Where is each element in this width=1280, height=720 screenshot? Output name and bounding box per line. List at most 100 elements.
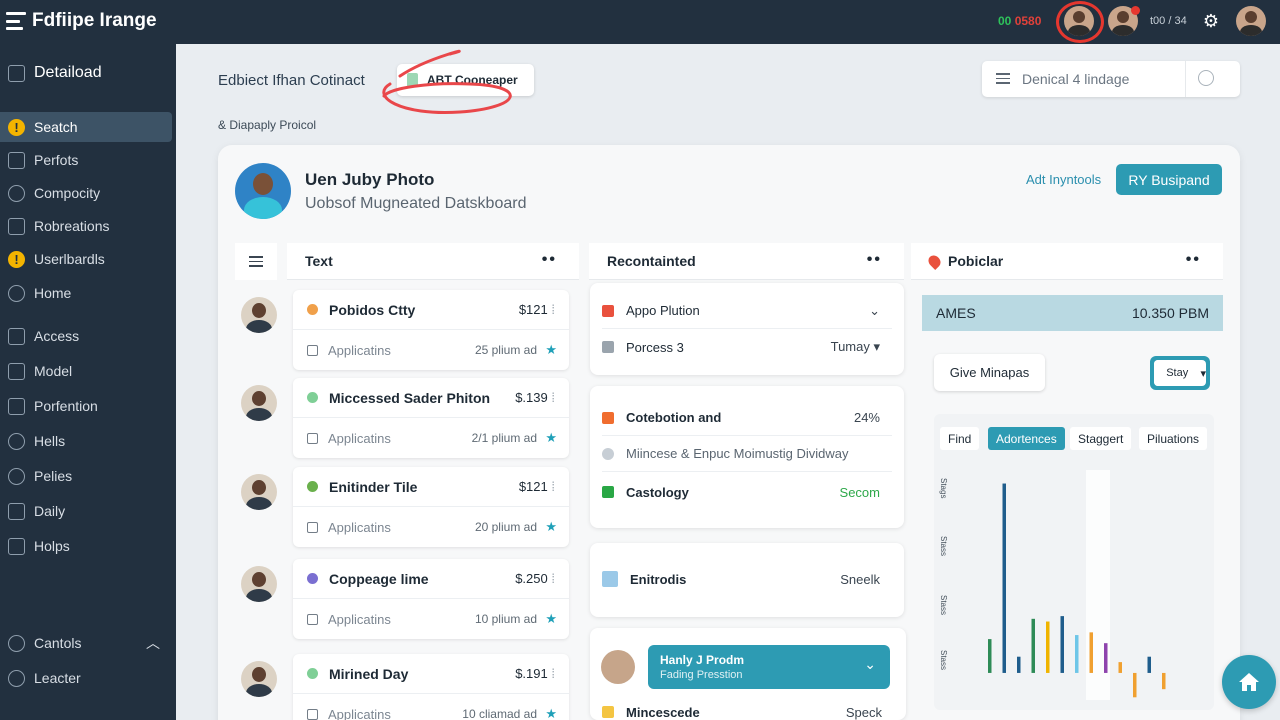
chevron-icon: ⁞ — [551, 302, 555, 317]
row-meta: 2/1 plium ad — [471, 431, 537, 445]
list-item[interactable]: Castology Secom — [602, 474, 892, 510]
chevron-up-icon[interactable]: ︿ — [146, 633, 160, 653]
avatar[interactable] — [241, 661, 277, 697]
tools-link[interactable]: Adt Inyntools — [1026, 172, 1101, 187]
tab-piluations[interactable]: Piluations — [1139, 427, 1208, 450]
tab-staggert[interactable]: Staggert — [1070, 427, 1132, 450]
star-icon[interactable]: ★ — [545, 706, 557, 720]
avatar[interactable] — [241, 297, 277, 333]
row-footer: Applicatins 25 plium ad ★ — [293, 330, 569, 370]
breadcrumb[interactable]: & Diapaply Proicol — [218, 118, 316, 132]
sidebar-item-perfots[interactable]: Perfots — [0, 145, 172, 175]
sidebar-item-seatch[interactable]: ! Seatch — [0, 112, 172, 142]
banner-subtitle: Fading Presstion — [660, 669, 743, 681]
list-item[interactable]: Enitrodis Sneelk — [602, 561, 892, 597]
chart-bar — [1089, 632, 1093, 673]
gear-icon[interactable]: ⚙ — [1201, 11, 1221, 31]
sidebar-footer-cantols[interactable]: Cantols ︿ — [0, 628, 172, 658]
list-item[interactable]: Porcess 3 Tumay ▾ — [602, 329, 892, 365]
checkbox[interactable] — [307, 432, 318, 444]
more-icon[interactable]: •• — [1186, 251, 1201, 269]
tab-find[interactable]: Find — [940, 427, 980, 450]
list-menu-icon[interactable] — [235, 243, 277, 280]
search-bar[interactable] — [982, 61, 1240, 97]
home-button[interactable] — [1222, 655, 1276, 709]
sidebar-footer-leacter[interactable]: Leacter — [0, 663, 172, 693]
sidebar-item-porfention[interactable]: Porfention — [0, 391, 172, 421]
give-button[interactable]: Give Minapas — [934, 354, 1045, 391]
list-item[interactable]: Miincese & Enpuc Moimustig Dividway — [602, 436, 892, 472]
checkbox[interactable] — [307, 708, 318, 720]
menu-icon[interactable] — [996, 73, 1010, 84]
user-avatar[interactable] — [1064, 6, 1094, 36]
list-item[interactable]: Cotebotion and 24% — [602, 400, 892, 436]
checkbox[interactable] — [307, 521, 318, 533]
chart-bar — [1162, 672, 1166, 690]
select-button[interactable]: Stay ▾ — [1150, 356, 1210, 390]
sidebar-item-robreations[interactable]: Robreations — [0, 211, 172, 241]
row-header[interactable]: Mirined Day $.191 ⁞ — [293, 654, 569, 694]
sidebar-item-label: Home — [34, 285, 72, 301]
profile-photo — [235, 163, 291, 219]
row-meta: 10 cliamad ad — [462, 707, 537, 720]
checkbox[interactable] — [307, 344, 318, 356]
dropdown-value[interactable]: Tumay ▾ — [831, 339, 880, 355]
chevron-down-icon[interactable]: ⌄ — [869, 303, 880, 319]
middle-card-1: Appo Plution ⌄ Porcess 3 Tumay ▾ — [590, 283, 904, 375]
tab-adortences[interactable]: Adortences — [988, 427, 1065, 450]
item-value: 24% — [853, 410, 880, 425]
row-header[interactable]: Miccessed Sader Phiton $.139 ⁞ — [293, 378, 569, 418]
row-subtitle: Applicatins — [328, 342, 391, 358]
row-header[interactable]: Pobidos Ctty $121 ⁞ — [293, 290, 569, 330]
avatar[interactable] — [241, 566, 277, 602]
row-header[interactable]: Enitinder Tile $121 ⁞ — [293, 467, 569, 507]
search-input[interactable] — [1022, 69, 1182, 89]
star-icon[interactable]: ★ — [545, 611, 557, 627]
list-item[interactable]: Enitinder Tile $121 ⁞ Applicatins 20 plium … — [293, 467, 569, 547]
list-item[interactable]: Pobidos Ctty $121 ⁞ Applicatins 25 plium ad… — [293, 290, 569, 370]
list-item[interactable]: Mirined Day $.191 ⁞ Applicatins 10 cliamad … — [293, 654, 569, 720]
price: $.191 ⁞ — [515, 666, 555, 681]
sidebar-item-label: Seatch — [34, 119, 78, 135]
sidebar-item-label: Cantols — [34, 635, 82, 651]
checkbox[interactable] — [307, 613, 318, 625]
sidebar-header[interactable]: Detaiload — [8, 64, 102, 82]
star-icon[interactable]: ★ — [545, 430, 557, 446]
sidebar-item-compocity[interactable]: Compocity — [0, 178, 172, 208]
sidebar-item-model[interactable]: Model — [0, 356, 172, 386]
phone-icon — [8, 537, 25, 555]
star-icon[interactable]: ★ — [545, 342, 557, 358]
primary-button[interactable]: RY Busipand — [1116, 164, 1222, 195]
list-item[interactable]: Mincescede Speck — [602, 694, 894, 720]
star-icon[interactable]: ★ — [545, 519, 557, 535]
column-header-right: Pobiclar •• — [911, 243, 1223, 280]
sidebar-item-holps[interactable]: Holps — [0, 531, 172, 561]
more-icon[interactable]: •• — [542, 251, 557, 269]
avatar[interactable] — [241, 474, 277, 510]
sidebar-item-daily[interactable]: Daily — [0, 496, 172, 526]
sidebar-item-pelies[interactable]: Pelies — [0, 461, 172, 491]
list-item[interactable]: Coppeage lime $.250 ⁞ Applicatins 10 plium … — [293, 559, 569, 639]
chart-bar — [988, 639, 992, 673]
person-icon — [8, 432, 25, 450]
item-title: Mincescede — [626, 704, 700, 720]
sidebar-item-home[interactable]: Home — [0, 278, 172, 308]
chart-bar — [1147, 656, 1151, 673]
expandable-banner[interactable]: Hanly J Prodm Fading Presstion ⌄ — [648, 645, 890, 689]
row-subtitle: Applicatins — [328, 706, 391, 720]
metric-label: AMES — [936, 305, 976, 321]
more-icon[interactable]: •• — [867, 251, 882, 269]
sidebar-item-hells[interactable]: Hells — [0, 426, 172, 456]
avatar[interactable] — [241, 385, 277, 421]
list-item[interactable]: Miccessed Sader Phiton $.139 ⁞ Applicatins… — [293, 378, 569, 458]
profile-avatar[interactable] — [1236, 6, 1266, 36]
search-icon[interactable] — [1198, 70, 1214, 86]
list-item[interactable]: Appo Plution ⌄ — [602, 293, 892, 329]
home-icon — [1239, 673, 1259, 691]
chevron-down-icon[interactable]: ⌄ — [864, 656, 876, 673]
sidebar-item-userlbardls[interactable]: ! Userlbardls — [0, 244, 172, 274]
app-brand[interactable]: Fdfiipe Irange — [6, 10, 157, 32]
sidebar-item-access[interactable]: Access — [0, 321, 172, 351]
price: $.139 ⁞ — [515, 390, 555, 405]
row-header[interactable]: Coppeage lime $.250 ⁞ — [293, 559, 569, 599]
